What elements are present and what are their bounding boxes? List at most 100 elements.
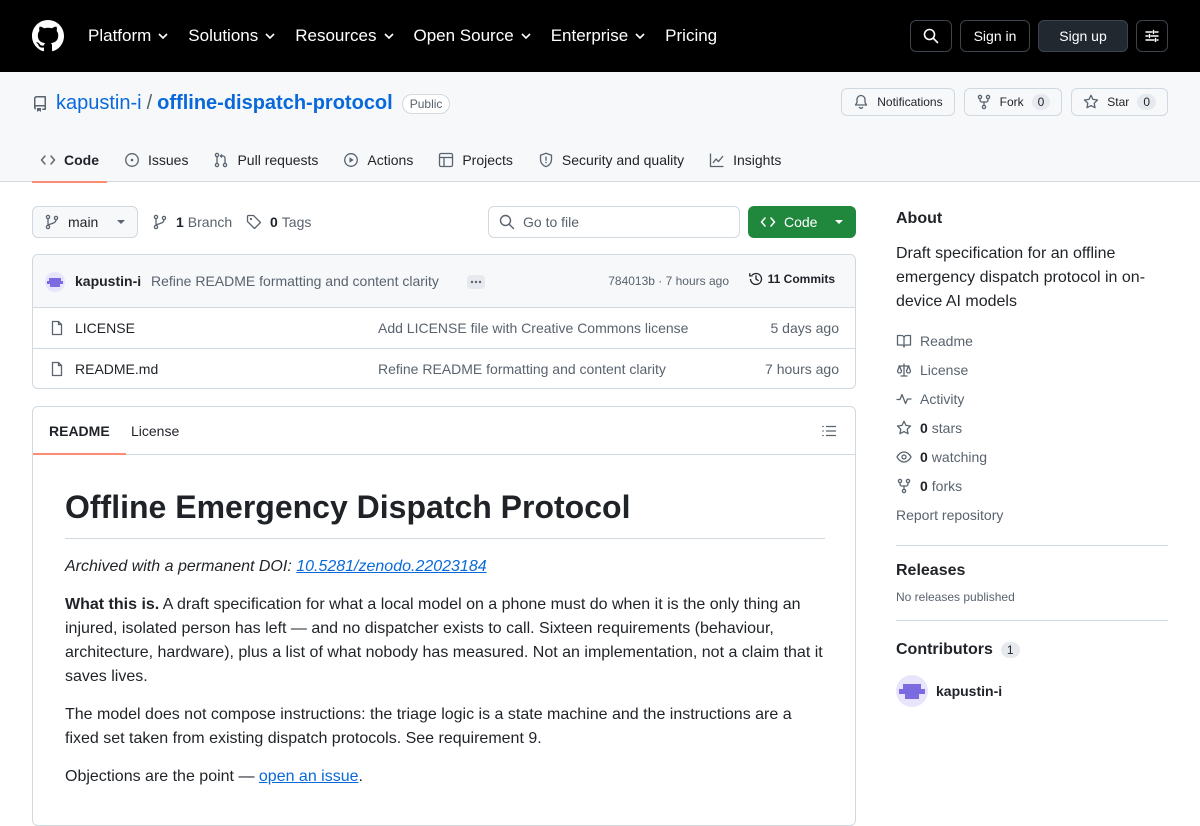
expand-commit-button[interactable] bbox=[467, 275, 485, 289]
what-this-is-text: A draft specification for what a local m… bbox=[65, 596, 823, 685]
doi-prefix: Archived with a permanent DOI: bbox=[65, 558, 297, 575]
go-to-file[interactable] bbox=[488, 206, 740, 238]
tab-label: Actions bbox=[367, 152, 414, 168]
tab-insights[interactable]: Insights bbox=[701, 138, 789, 182]
tab-actions[interactable]: Actions bbox=[335, 138, 421, 182]
forks-link[interactable]: 0 forks bbox=[896, 471, 1168, 500]
nav-platform[interactable]: Platform bbox=[88, 26, 168, 46]
branches-link[interactable]: 1 Branch bbox=[152, 206, 232, 238]
report-repository-link[interactable]: Report repository bbox=[896, 500, 1168, 529]
star-button[interactable]: Star 0 bbox=[1071, 88, 1168, 116]
repo-name-link[interactable]: offline-dispatch-protocol bbox=[157, 92, 393, 115]
tab-pull-requests[interactable]: Pull requests bbox=[205, 138, 326, 182]
file-name-link[interactable]: LICENSE bbox=[75, 320, 135, 336]
tab-security[interactable]: Security and quality bbox=[530, 138, 692, 182]
commit-hash[interactable]: 784013b bbox=[608, 274, 655, 288]
nav-label: Open Source bbox=[413, 26, 514, 45]
menu-button[interactable] bbox=[1136, 20, 1168, 52]
sign-in-button[interactable]: Sign in bbox=[960, 20, 1030, 52]
commit-author-link[interactable]: kapustin-i bbox=[75, 273, 141, 289]
watching-link[interactable]: 0 watching bbox=[896, 442, 1168, 471]
tab-label: Projects bbox=[462, 152, 513, 168]
tab-issues[interactable]: Issues bbox=[116, 138, 196, 182]
nav-label: Resources bbox=[295, 26, 377, 45]
git-pull-request-icon bbox=[215, 152, 228, 168]
contributors-heading[interactable]: Contributors 1 bbox=[896, 641, 1168, 659]
license-link[interactable]: License bbox=[896, 355, 1168, 384]
file-time: 5 days ago bbox=[770, 320, 840, 336]
table-icon bbox=[439, 152, 454, 168]
tags-link[interactable]: 0 Tags bbox=[246, 206, 311, 238]
search-button[interactable] bbox=[910, 20, 952, 52]
nav-label: Solutions bbox=[188, 26, 259, 45]
chevron-down-icon bbox=[265, 33, 275, 39]
readme-link[interactable]: Readme bbox=[896, 326, 1168, 355]
readme-link-label: Readme bbox=[920, 332, 973, 349]
tab-label: Pull requests bbox=[237, 152, 319, 168]
chevron-down-icon bbox=[635, 33, 645, 39]
go-to-file-input[interactable] bbox=[523, 214, 723, 230]
commits-label: 11 Commits bbox=[767, 272, 835, 286]
notifications-button[interactable]: Notifications bbox=[841, 88, 955, 116]
nav-enterprise[interactable]: Enterprise bbox=[551, 26, 645, 46]
tag-count: 0 bbox=[270, 214, 278, 230]
nav-resources[interactable]: Resources bbox=[295, 26, 394, 46]
nav-open-source[interactable]: Open Source bbox=[414, 26, 531, 46]
objections-suffix: . bbox=[358, 768, 363, 785]
nav-pricing[interactable]: Pricing bbox=[665, 26, 717, 46]
file-name-link[interactable]: README.md bbox=[75, 361, 158, 377]
tab-code[interactable]: Code bbox=[32, 138, 107, 183]
latest-commit-row: kapustin-i Refine README formatting and … bbox=[33, 255, 855, 308]
divider bbox=[896, 620, 1168, 621]
stars-label: stars bbox=[931, 419, 963, 436]
file-icon bbox=[51, 320, 63, 336]
readme-tabs: README License bbox=[33, 407, 855, 455]
file-commit-message-link[interactable]: Refine README formatting and content cla… bbox=[378, 361, 666, 377]
pulse-icon bbox=[896, 393, 912, 404]
what-this-is-bold: What this is. bbox=[65, 596, 160, 613]
github-mark-icon[interactable] bbox=[32, 20, 64, 52]
file-commit-message-link[interactable]: Add LICENSE file with Creative Commons l… bbox=[378, 320, 688, 336]
nav-solutions[interactable]: Solutions bbox=[188, 26, 275, 46]
commit-meta: 784013b · 7 hours ago bbox=[608, 274, 729, 288]
contributor-item[interactable]: kapustin-i bbox=[896, 675, 1168, 707]
code-button[interactable]: Code bbox=[748, 206, 856, 238]
tag-label: Tags bbox=[281, 214, 312, 230]
code-icon bbox=[40, 155, 56, 165]
notifications-label: Notifications bbox=[877, 95, 943, 109]
releases-heading[interactable]: Releases bbox=[896, 562, 1168, 580]
tab-readme[interactable]: README bbox=[33, 423, 126, 455]
path-separator: / bbox=[146, 92, 153, 114]
open-issue-link[interactable]: open an issue bbox=[259, 768, 359, 785]
book-icon bbox=[896, 334, 912, 348]
chevron-down-icon bbox=[158, 33, 168, 39]
table-row: LICENSE Add LICENSE file with Creative C… bbox=[33, 308, 855, 349]
chevron-down-icon bbox=[117, 220, 125, 224]
readme-body: Offline Emergency Dispatch Protocol Arch… bbox=[65, 487, 825, 789]
sign-up-button[interactable]: Sign up bbox=[1038, 20, 1128, 52]
file-browser-toolbar: main 1 Branch 0 Tags Code bbox=[32, 206, 856, 238]
tab-projects[interactable]: Projects bbox=[430, 138, 521, 182]
commits-link[interactable]: 11 Commits bbox=[748, 271, 835, 287]
table-row: README.md Refine README formatting and c… bbox=[33, 349, 855, 388]
doi-paragraph: Archived with a permanent DOI: 10.5281/z… bbox=[65, 555, 825, 579]
releases-empty-text: No releases published bbox=[896, 590, 1015, 604]
avatar[interactable] bbox=[45, 272, 65, 292]
state-machine-paragraph: The model does not compose instructions:… bbox=[65, 706, 792, 747]
chevron-down-icon bbox=[383, 33, 394, 39]
list-unordered-icon[interactable] bbox=[821, 423, 837, 439]
law-icon bbox=[896, 363, 912, 377]
visibility-badge: Public bbox=[401, 93, 451, 114]
activity-link[interactable]: Activity bbox=[896, 384, 1168, 413]
repo-owner-link[interactable]: kapustin-i bbox=[56, 92, 142, 115]
commit-message-link[interactable]: Refine README formatting and content cla… bbox=[151, 273, 439, 289]
tab-license[interactable]: License bbox=[131, 423, 179, 439]
stars-link[interactable]: 0 stars bbox=[896, 413, 1168, 442]
avatar[interactable] bbox=[896, 675, 928, 707]
doi-link[interactable]: 10.5281/zenodo.22023184 bbox=[296, 558, 486, 575]
fork-button[interactable]: Fork 0 bbox=[963, 88, 1063, 116]
chevron-down-icon bbox=[835, 220, 843, 224]
branch-selector[interactable]: main bbox=[32, 206, 138, 238]
commit-time: 7 hours ago bbox=[665, 274, 729, 288]
readme-title: Offline Emergency Dispatch Protocol bbox=[65, 489, 825, 539]
